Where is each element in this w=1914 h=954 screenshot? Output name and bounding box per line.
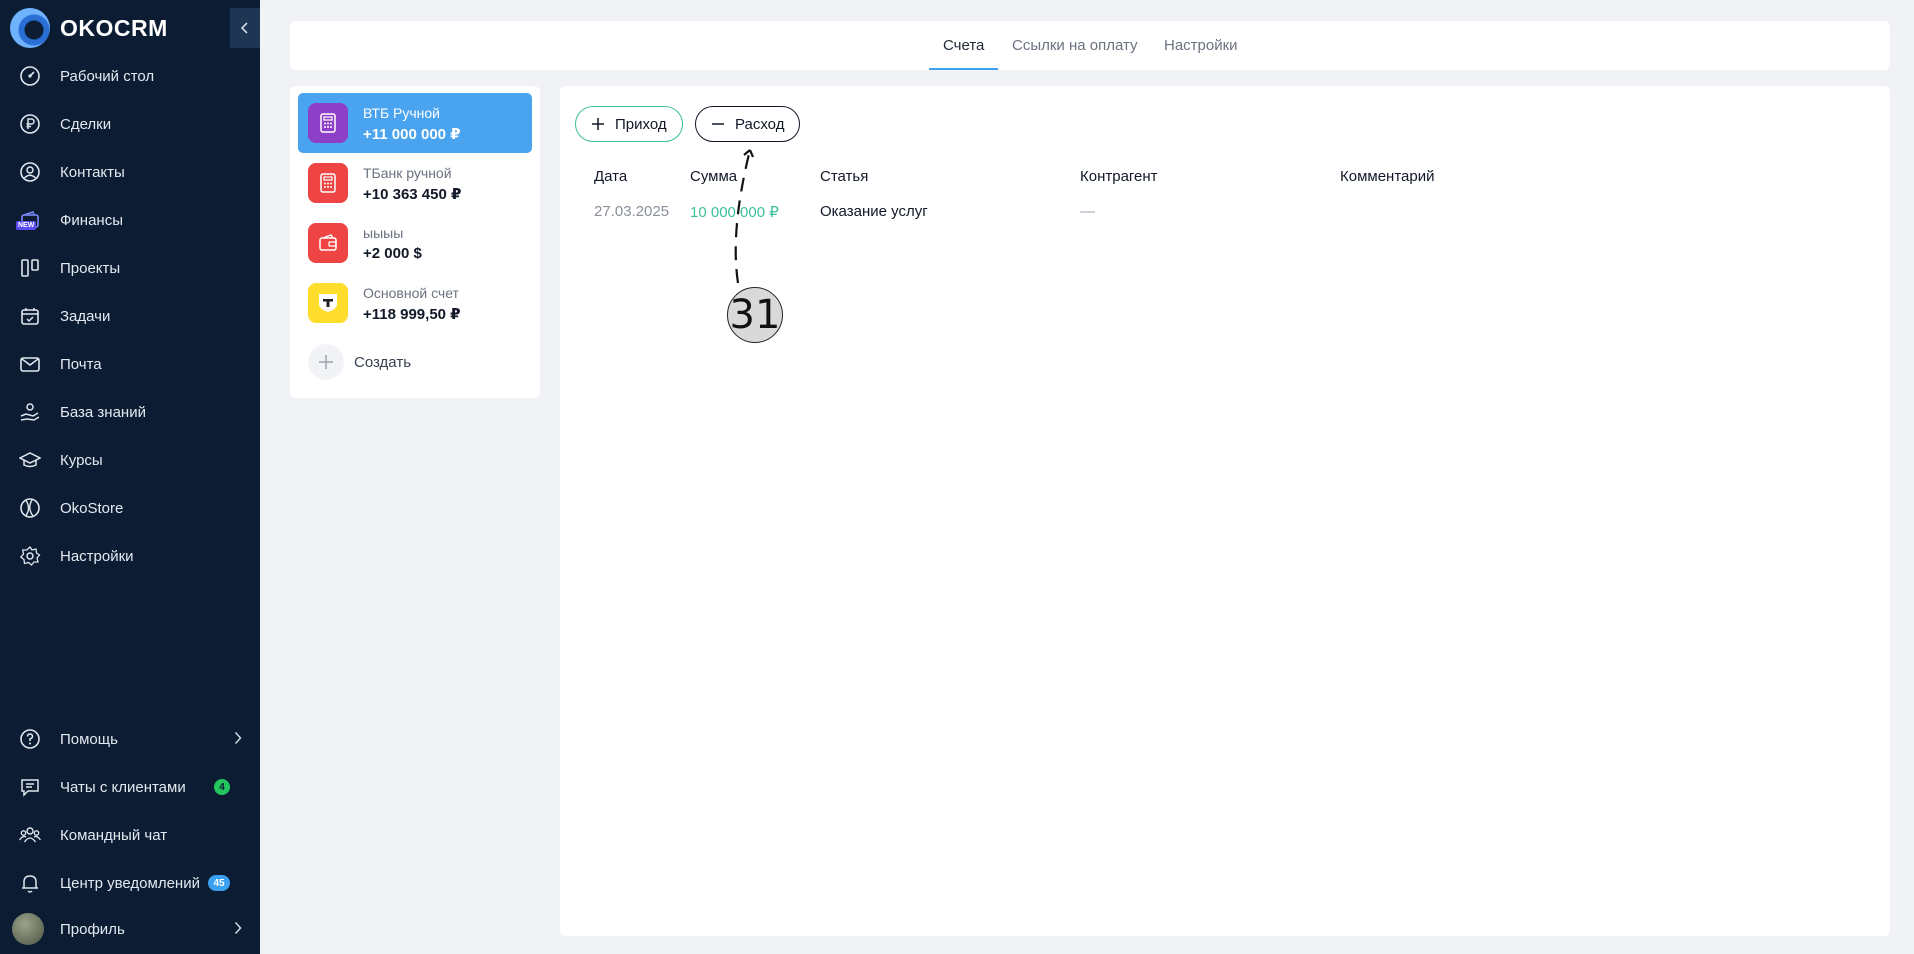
sidebar-item-tasks[interactable]: Задачи <box>18 301 248 331</box>
chevron-right-icon <box>234 731 242 750</box>
plus-icon <box>592 118 604 130</box>
notification-count-badge: 45 <box>208 875 230 891</box>
sidebar-item-label: Рабочий стол <box>60 67 155 85</box>
account-name: ТБанк ручной <box>363 165 452 181</box>
sidebar-item-mail[interactable]: Почта <box>18 349 248 379</box>
store-globe-icon <box>18 496 42 520</box>
column-header-comment[interactable]: Комментарий <box>1340 168 1434 185</box>
sidebar-item-dashboard[interactable]: Рабочий стол <box>18 61 248 91</box>
sidebar: OKOCRM Рабочий стол Сделки Контакты NEW … <box>0 0 260 954</box>
account-item-yyyy[interactable]: ыыыы +2 000 $ <box>298 213 532 273</box>
sidebar-item-label: Почта <box>60 355 102 373</box>
sidebar-item-label: Финансы <box>60 211 123 229</box>
brand-name: OKOCRM <box>60 15 168 41</box>
chat-bubble-icon <box>18 775 42 799</box>
sidebar-item-label: Сделки <box>60 115 112 133</box>
sidebar-item-okostore[interactable]: OkoStore <box>18 493 248 523</box>
logo[interactable]: OKOCRM <box>10 8 260 48</box>
annotation-marker: 31 <box>727 287 783 343</box>
sidebar-item-label: Проекты <box>60 259 121 277</box>
sidebar-item-team-chat[interactable]: Командный чат <box>18 820 248 850</box>
calculator-icon <box>308 163 348 203</box>
sidebar-item-label: Командный чат <box>60 826 168 844</box>
finance-tabs-bar: Счета Ссылки на оплату Настройки <box>290 21 1890 70</box>
team-users-icon <box>18 823 42 847</box>
tab-accounts[interactable]: Счета <box>928 21 999 70</box>
create-account-label: Создать <box>354 353 412 371</box>
chevron-left-icon <box>240 22 248 34</box>
sidebar-item-settings[interactable]: Настройки <box>18 541 248 571</box>
income-label: Приход <box>615 115 667 133</box>
account-balance: +10 363 450 ₽ <box>363 186 462 203</box>
expense-label: Расход <box>735 115 785 133</box>
sidebar-item-finance[interactable]: NEW Финансы <box>16 205 248 235</box>
sidebar-item-client-chats[interactable]: Чаты с клиентами 4 <box>18 772 248 802</box>
cell-article[interactable]: Оказание услуг <box>820 203 928 220</box>
hand-knowledge-icon <box>18 400 42 424</box>
wallet-cards-icon <box>308 223 348 263</box>
plus-icon <box>308 344 344 380</box>
sidebar-item-label: OkoStore <box>60 499 124 517</box>
collapse-sidebar-button[interactable] <box>230 8 260 48</box>
cell-counterparty[interactable]: — <box>1080 203 1095 220</box>
sidebar-item-label: Настройки <box>60 547 134 565</box>
account-item-vtb[interactable]: ВТБ Ручной +11 000 000 ₽ <box>298 93 532 153</box>
minus-icon <box>712 123 724 125</box>
cell-date[interactable]: 27.03.2025 <box>594 203 669 220</box>
gear-icon <box>18 544 42 568</box>
account-item-main[interactable]: Основной счет +118 999,50 ₽ <box>298 273 532 333</box>
kanban-columns-icon <box>18 256 42 280</box>
sidebar-item-label: Контакты <box>60 163 125 181</box>
account-balance: +2 000 $ <box>363 245 422 262</box>
envelope-icon <box>18 352 42 376</box>
user-circle-icon <box>18 160 42 184</box>
calendar-check-icon <box>18 304 42 328</box>
create-account-button[interactable]: Создать <box>308 344 411 380</box>
sidebar-item-profile[interactable]: Профиль <box>12 913 248 945</box>
avatar <box>12 913 44 945</box>
tbank-logo-icon <box>308 283 348 323</box>
okocrm-logo-icon <box>10 8 50 48</box>
account-name: ыыыы <box>363 225 404 241</box>
dashboard-gauge-icon <box>18 64 42 88</box>
account-balance: +118 999,50 ₽ <box>363 306 461 323</box>
graduation-cap-icon <box>18 448 42 472</box>
calculator-icon <box>308 103 348 143</box>
column-header-article[interactable]: Статья <box>820 168 868 185</box>
add-expense-button[interactable]: Расход <box>695 106 801 142</box>
ruble-coin-icon <box>18 112 42 136</box>
accounts-panel: ВТБ Ручной +11 000 000 ₽ ТБанк ручной +1… <box>290 86 540 398</box>
tab-settings[interactable]: Настройки <box>1164 21 1238 70</box>
bell-icon <box>18 871 42 895</box>
sidebar-item-label: База знаний <box>60 403 146 421</box>
help-circle-icon <box>18 727 42 751</box>
sidebar-item-label: Помощь <box>60 730 118 748</box>
sidebar-item-knowledge-base[interactable]: База знаний <box>18 397 248 427</box>
sidebar-item-help[interactable]: Помощь <box>18 724 248 754</box>
account-name: Основной счет <box>363 285 459 301</box>
sidebar-item-contacts[interactable]: Контакты <box>18 157 248 187</box>
new-tag: NEW <box>16 221 37 230</box>
sidebar-item-label: Курсы <box>60 451 103 469</box>
account-item-tbank[interactable]: ТБанк ручной +10 363 450 ₽ <box>298 153 532 213</box>
sidebar-item-label: Чаты с клиентами <box>60 778 186 796</box>
chevron-right-icon <box>234 921 242 940</box>
sidebar-item-label: Центр уведомлений <box>60 874 200 892</box>
account-name: ВТБ Ручной <box>363 105 440 121</box>
sidebar-item-label: Профиль <box>60 920 125 938</box>
sidebar-item-courses[interactable]: Курсы <box>18 445 248 475</box>
sidebar-item-label: Задачи <box>60 307 111 325</box>
unread-count-badge: 4 <box>214 779 230 795</box>
column-header-date[interactable]: Дата <box>594 168 627 185</box>
sidebar-item-projects[interactable]: Проекты <box>18 253 248 283</box>
tab-payment-links[interactable]: Ссылки на оплату <box>1012 21 1138 70</box>
column-header-counterparty[interactable]: Контрагент <box>1080 168 1158 185</box>
wallet-icon: NEW <box>16 208 42 232</box>
add-income-button[interactable]: Приход <box>575 106 683 142</box>
sidebar-item-deals[interactable]: Сделки <box>18 109 248 139</box>
account-balance: +11 000 000 ₽ <box>363 126 461 143</box>
sidebar-item-notifications[interactable]: Центр уведомлений 45 <box>18 868 248 898</box>
